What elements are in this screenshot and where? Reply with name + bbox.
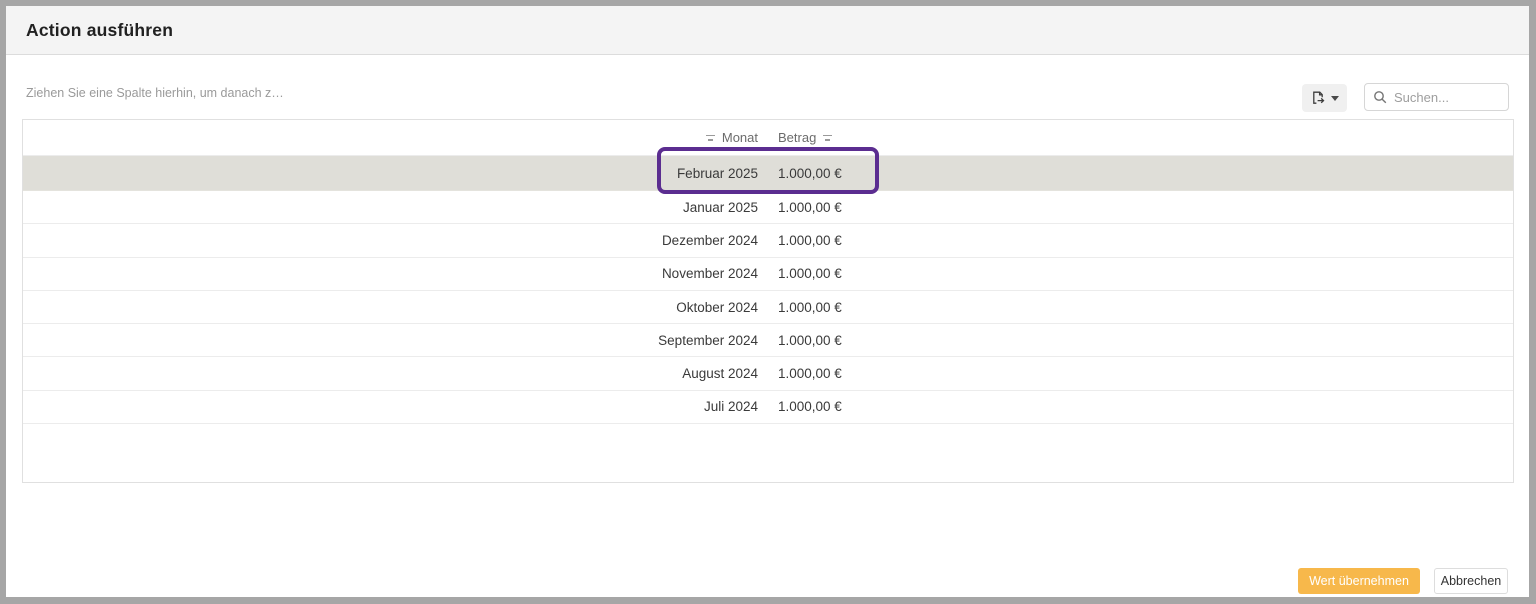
table-row[interactable]: Dezember 2024 1.000,00 € (23, 224, 1513, 257)
cell-monat[interactable]: Oktober 2024 (23, 291, 768, 323)
search-box (1364, 83, 1509, 111)
cell-monat[interactable]: Dezember 2024 (23, 224, 768, 256)
cell-monat[interactable]: November 2024 (23, 258, 768, 290)
table-row[interactable]: November 2024 1.000,00 € (23, 258, 1513, 291)
grid-header-row: Monat Betrag (23, 120, 1513, 156)
table-row[interactable]: Februar 2025 1.000,00 € (23, 156, 1513, 191)
filter-icon[interactable] (823, 135, 832, 141)
cell-monat[interactable]: September 2024 (23, 324, 768, 356)
column-header-betrag[interactable]: Betrag (768, 120, 1513, 155)
column-header-monat[interactable]: Monat (23, 120, 768, 155)
table-row[interactable]: September 2024 1.000,00 € (23, 324, 1513, 357)
grid-body: Februar 2025 1.000,00 € Januar 2025 1.00… (23, 156, 1513, 424)
cell-betrag[interactable]: 1.000,00 € (768, 357, 1513, 389)
group-panel-drop-area[interactable]: Ziehen Sie eine Spalte hierhin, um danac… (26, 86, 284, 100)
action-dialog: Action ausführen Ziehen Sie eine Spalte … (6, 6, 1529, 597)
cell-betrag[interactable]: 1.000,00 € (768, 391, 1513, 423)
data-grid: Monat Betrag Februar 2025 1.000,00 € Jan… (22, 119, 1514, 483)
cell-betrag[interactable]: 1.000,00 € (768, 291, 1513, 323)
cell-monat[interactable]: Februar 2025 (23, 156, 768, 190)
apply-value-button[interactable]: Wert übernehmen (1298, 568, 1420, 594)
cell-betrag[interactable]: 1.000,00 € (768, 224, 1513, 256)
magnifier-icon (1373, 90, 1387, 104)
search-input[interactable] (1394, 90, 1500, 105)
table-row[interactable]: Oktober 2024 1.000,00 € (23, 291, 1513, 324)
table-row[interactable]: August 2024 1.000,00 € (23, 357, 1513, 390)
table-row[interactable]: Januar 2025 1.000,00 € (23, 191, 1513, 224)
cell-betrag[interactable]: 1.000,00 € (768, 324, 1513, 356)
dialog-titlebar: Action ausführen (6, 6, 1529, 55)
export-button[interactable] (1302, 84, 1347, 112)
column-header-label: Betrag (778, 130, 816, 145)
cell-betrag[interactable]: 1.000,00 € (768, 191, 1513, 223)
cell-betrag[interactable]: 1.000,00 € (768, 156, 1513, 190)
cancel-button[interactable]: Abbrechen (1434, 568, 1508, 594)
cell-monat[interactable]: Juli 2024 (23, 391, 768, 423)
cell-monat[interactable]: August 2024 (23, 357, 768, 389)
screenshot-frame: Action ausführen Ziehen Sie eine Spalte … (0, 0, 1536, 604)
dialog-title: Action ausführen (26, 20, 173, 41)
table-row[interactable]: Juli 2024 1.000,00 € (23, 391, 1513, 424)
chevron-down-icon (1331, 96, 1339, 101)
export-icon (1310, 90, 1326, 106)
cell-monat[interactable]: Januar 2025 (23, 191, 768, 223)
cell-betrag[interactable]: 1.000,00 € (768, 258, 1513, 290)
filter-icon[interactable] (706, 135, 715, 141)
column-header-label: Monat (722, 130, 758, 145)
